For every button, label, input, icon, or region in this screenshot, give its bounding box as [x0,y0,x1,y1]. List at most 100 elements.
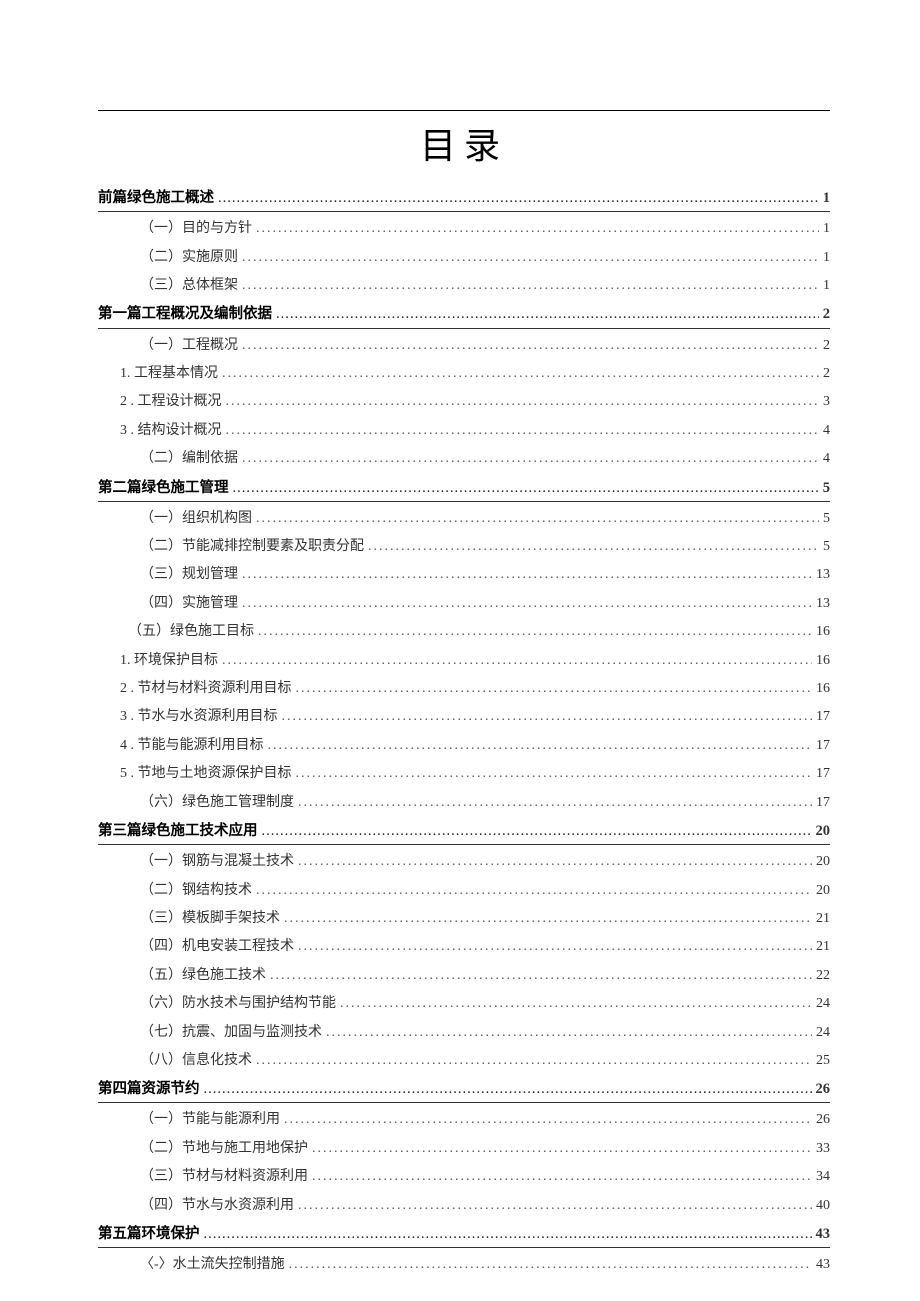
toc-entry: （一）组织机构图................................… [98,508,830,530]
toc-entry-page: 25 [816,1050,830,1072]
toc-leader-dots: ........................................… [204,1078,812,1101]
toc-entry: （二）钢结构技术................................… [98,880,830,902]
toc-leader-dots: ........................................… [204,1223,812,1246]
toc-entry-page: 2 [823,303,830,326]
toc-entry-label: （七）抗震、加固与监测技术 [140,1022,322,1044]
toc-entry: （二）编制依据.................................… [98,448,830,470]
toc-leader-dots: ........................................… [256,508,819,530]
toc-entry: 2 . 节材与材料资源利用目标 ........................… [98,678,830,700]
toc-entry-page: 22 [816,965,830,987]
toc-entry: 5 . 节地与土地资源保护目标.........................… [98,763,830,785]
toc-entry-page: 1 [823,187,830,210]
toc-leader-dots: ........................................… [326,1022,812,1044]
toc-entry-label: （一）组织机构图 [140,508,252,530]
toc-entry: 1. 工程基本情况...............................… [98,363,830,385]
toc-entry: 4 . 节能与能源利用目标 ..........................… [98,735,830,757]
toc-leader-dots: ........................................… [282,706,813,728]
toc-entry-label: （二）实施原则 [140,247,238,269]
toc-entry-page: 40 [816,1195,830,1217]
toc-entry-page: 17 [816,763,830,785]
toc-entry-page: 33 [816,1138,830,1160]
toc-leader-dots: ........................................… [222,363,819,385]
toc-leader-dots: ........................................… [276,303,819,326]
toc-title: 目录 [98,117,830,169]
toc-entry-label: （八）信息化技术 [140,1050,252,1072]
toc-entry-label: 1. 工程基本情况 [120,363,218,385]
toc-entry-page: 16 [816,621,830,643]
toc-entry: （三）模板脚手架技术 .............................… [98,908,830,930]
toc-leader-dots: ........................................… [226,420,820,442]
toc-leader-dots: ........................................… [242,564,812,586]
toc-entry: （六）防水技术与围护结构节能..........................… [98,993,830,1015]
toc-leader-dots: ........................................… [262,820,812,843]
toc-entry-label: （四）节水与水资源利用 [140,1195,294,1217]
toc-entry: 3 . 结构设计概况 .............................… [98,420,830,442]
toc-entry: （一）目的与方针................................… [98,218,830,240]
toc-leader-dots: ........................................… [242,335,819,357]
toc-entry-label: 2 . 工程设计概况 [120,391,222,413]
toc-entry-label: （三）模板脚手架技术 [140,908,280,930]
toc-leader-dots: ........................................… [242,247,819,269]
toc-entry-label: （六）绿色施工管理制度 [140,792,294,814]
toc-entry-page: 5 [823,536,830,558]
toc-leader-dots: ........................................… [222,650,812,672]
toc-entry-label: （一）节能与能源利用 [140,1109,280,1131]
toc-entry-label: 〈-〉水土流失控制措施 [140,1254,285,1276]
toc-entry-label: 第四篇资源节约 [98,1078,200,1101]
toc-entry-page: 5 [823,477,830,500]
toc-entry: （七）抗震、加固与监测技术...........................… [98,1022,830,1044]
toc-leader-dots: ........................................… [298,792,812,814]
toc-entry: 第一篇工程概况及编制依据............................… [98,303,830,328]
toc-entry: 第三篇绿色施工技术应用.............................… [98,820,830,845]
toc-entry-label: （三）规划管理 [140,564,238,586]
toc-leader-dots: ........................................… [256,218,819,240]
toc-entry-page: 34 [816,1166,830,1188]
toc-entry: （二）节地与施工用地保护............................… [98,1138,830,1160]
toc-entry: （四）节水与水资源利用.............................… [98,1195,830,1217]
toc-leader-dots: ........................................… [312,1166,812,1188]
toc-entry: 第四篇资源节约.................................… [98,1078,830,1103]
toc-entry-page: 26 [816,1078,831,1101]
toc-entry-label: （二）节能减排控制要素及职责分配 [140,536,364,558]
toc-entry-label: 4 . 节能与能源利用目标 [120,735,264,757]
toc-entry: （三）总体框架.................................… [98,275,830,297]
toc-leader-dots: ........................................… [340,993,812,1015]
toc-leader-dots: ........................................… [233,477,819,500]
toc-entry-label: 2 . 节材与材料资源利用目标 [120,678,292,700]
toc-entry-label: （一）钢筋与混凝土技术 [140,851,294,873]
toc-entry-page: 21 [816,936,830,958]
toc-entry: （六）绿色施工管理制度.............................… [98,792,830,814]
toc-entry-label: 1. 环境保护目标 [120,650,218,672]
toc-entry: 前篇绿色施工概述................................… [98,187,830,212]
toc-entry: （八）信息化技术................................… [98,1050,830,1072]
toc-entry-page: 43 [816,1223,831,1246]
toc-entry-label: （六）防水技术与围护结构节能 [140,993,336,1015]
toc-entry-page: 17 [816,706,830,728]
toc-leader-dots: ........................................… [218,187,819,210]
toc-leader-dots: ........................................… [226,391,820,413]
toc-entry: 第二篇绿色施工管理...............................… [98,477,830,502]
toc-entry-label: 第三篇绿色施工技术应用 [98,820,258,843]
toc-entry: （五）绿色施工目标...............................… [98,621,830,643]
toc-entry-label: 第二篇绿色施工管理 [98,477,229,500]
toc-entry: （一）节能与能源利用..............................… [98,1109,830,1131]
toc-leader-dots: ........................................… [268,735,813,757]
toc-leader-dots: ........................................… [289,1254,812,1276]
toc-entry-page: 5 [823,508,830,530]
toc-entry-page: 3 [823,391,830,413]
toc-entry-page: 4 [823,420,830,442]
toc-entry: 1. 环境保护目标...............................… [98,650,830,672]
toc-entry: 2 . 工程设计概况 .............................… [98,391,830,413]
toc-entry-page: 1 [823,218,830,240]
toc-entry: （三）规划管理.................................… [98,564,830,586]
toc-entry-page: 21 [816,908,830,930]
toc-leader-dots: ........................................… [242,593,812,615]
toc-entry: （四）机电安装工程技术.............................… [98,936,830,958]
toc-leader-dots: ........................................… [242,448,819,470]
toc-entry-label: （一）目的与方针 [140,218,252,240]
toc-entry-page: 20 [816,851,830,873]
toc-leader-dots: ........................................… [256,880,812,902]
toc-entry-page: 20 [816,880,830,902]
toc-entry: （五）绿色施工技术...............................… [98,965,830,987]
toc-entry: （三）节材与材料资源利用............................… [98,1166,830,1188]
